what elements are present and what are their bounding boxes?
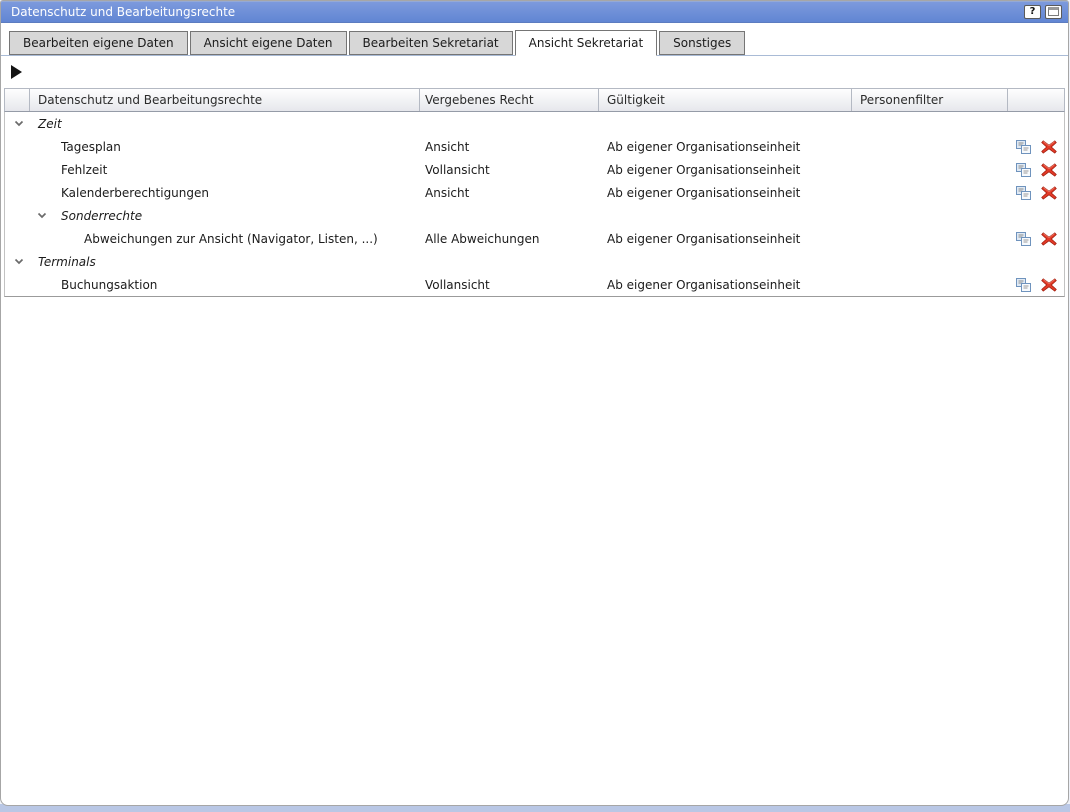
tree-cell: Sonderrechte (5, 209, 420, 223)
tab-sonstiges[interactable]: Sonstiges (659, 31, 745, 55)
tree-indent (5, 123, 14, 124)
gueltigkeit-cell: Ab eigener Organisationseinheit (599, 163, 852, 177)
gueltigkeit-cell: Ab eigener Organisationseinheit (599, 140, 852, 154)
vergebenes-recht-cell: Ansicht (420, 186, 599, 200)
tree-group-row[interactable]: Sonderrechte (5, 204, 1064, 227)
table-header-row: Datenschutz und BearbeitungsrechteVergeb… (4, 88, 1065, 112)
tree-node-label: Terminals (38, 255, 96, 269)
vergebenes-recht-cell: Vollansicht (420, 278, 599, 292)
actions-cell (1008, 277, 1064, 293)
tree-node-label: Fehlzeit (61, 163, 107, 177)
tree-indent (5, 261, 14, 262)
delete-icon[interactable] (1041, 140, 1057, 154)
chevron-down-icon[interactable] (37, 212, 61, 219)
toolbar (1, 56, 1068, 88)
tree-cell: Tagesplan (5, 140, 420, 154)
delete-icon[interactable] (1041, 186, 1057, 200)
tree-node-label: Sonderrechte (61, 209, 142, 223)
vergebenes-recht-cell: Vollansicht (420, 163, 599, 177)
app-window: Datenschutz und Bearbeitungsrechte ? Bea… (0, 0, 1069, 806)
column-header-g-ltigkeit: Gültigkeit (599, 89, 852, 111)
tab-ansicht-sekretariat[interactable]: Ansicht Sekretariat (515, 30, 658, 56)
column-header-vergebenes-recht: Vergebenes Recht (420, 89, 599, 111)
tree-indent (5, 238, 60, 239)
tab-strip: Bearbeiten eigene DatenAnsicht eigene Da… (1, 31, 1068, 56)
tree-indent (5, 146, 37, 147)
tab-ansicht-eigene-daten[interactable]: Ansicht eigene Daten (190, 31, 347, 55)
tree-node-label: Zeit (38, 117, 62, 131)
tree-cell: Buchungsaktion (5, 278, 420, 292)
column-header-empty-0 (5, 89, 30, 111)
rights-table: Datenschutz und BearbeitungsrechteVergeb… (4, 88, 1065, 297)
actions-cell (1008, 231, 1064, 247)
copy-icon[interactable] (1015, 139, 1032, 155)
copy-icon[interactable] (1015, 162, 1032, 178)
table-body: ZeitTagesplanAnsichtAb eigener Organisat… (4, 112, 1065, 297)
delete-icon[interactable] (1041, 163, 1057, 177)
chevron-down-icon[interactable] (14, 258, 38, 265)
tree-node-label: Kalenderberechtigungen (61, 186, 209, 200)
chevron-down-icon[interactable] (14, 120, 38, 127)
copy-icon[interactable] (1015, 185, 1032, 201)
delete-icon[interactable] (1041, 278, 1057, 292)
window-button[interactable] (1045, 5, 1062, 19)
tree-node-label: Abweichungen zur Ansicht (Navigator, Lis… (84, 232, 378, 246)
tree-item-row[interactable]: Fehlzeit VollansichtAb eigener Organisati… (5, 158, 1064, 181)
tree-cell: Terminals (5, 255, 420, 269)
tree-cell: Zeit (5, 117, 420, 131)
tree-cell: Fehlzeit (5, 163, 420, 177)
copy-icon[interactable] (1015, 277, 1032, 293)
actions-cell (1008, 185, 1064, 201)
tree-item-row[interactable]: Buchungsaktion VollansichtAb eigener Orga… (5, 273, 1064, 296)
tree-cell: Abweichungen zur Ansicht (Navigator, Lis… (5, 232, 420, 246)
tab-bearbeiten-sekretariat[interactable]: Bearbeiten Sekretariat (349, 31, 513, 55)
tree-node-label: Buchungsaktion (61, 278, 157, 292)
gueltigkeit-cell: Ab eigener Organisationseinheit (599, 232, 852, 246)
tree-group-row[interactable]: Zeit (5, 112, 1064, 135)
tree-group-row[interactable]: Terminals (5, 250, 1064, 273)
column-header-empty-5 (1008, 89, 1064, 111)
gueltigkeit-cell: Ab eigener Organisationseinheit (599, 278, 852, 292)
tree-indent (5, 169, 37, 170)
help-button[interactable]: ? (1024, 5, 1041, 19)
expander-triangle-icon[interactable] (11, 65, 22, 79)
titlebar: Datenschutz und Bearbeitungsrechte ? (1, 1, 1068, 23)
tab-bearbeiten-eigene-daten[interactable]: Bearbeiten eigene Daten (9, 31, 188, 55)
tree-cell: Kalenderberechtigungen (5, 186, 420, 200)
copy-icon[interactable] (1015, 231, 1032, 247)
column-header-datenschutz-und-bearbeitungsrechte: Datenschutz und Bearbeitungsrechte (30, 89, 420, 111)
delete-icon[interactable] (1041, 232, 1057, 246)
column-header-personenfilter: Personenfilter (852, 89, 1008, 111)
actions-cell (1008, 139, 1064, 155)
vergebenes-recht-cell: Alle Abweichungen (420, 232, 599, 246)
tree-indent (5, 284, 37, 285)
tree-item-row[interactable]: Tagesplan AnsichtAb eigener Organisations… (5, 135, 1064, 158)
vergebenes-recht-cell: Ansicht (420, 140, 599, 154)
tree-node-label: Tagesplan (61, 140, 121, 154)
tree-item-row[interactable]: Kalenderberechtigungen AnsichtAb eigener … (5, 181, 1064, 204)
window-title: Datenschutz und Bearbeitungsrechte (11, 5, 1020, 19)
gueltigkeit-cell: Ab eigener Organisationseinheit (599, 186, 852, 200)
tree-item-row[interactable]: Abweichungen zur Ansicht (Navigator, Lis… (5, 227, 1064, 250)
window-icon (1048, 7, 1059, 16)
tree-indent (5, 215, 37, 216)
actions-cell (1008, 162, 1064, 178)
tree-indent (5, 192, 37, 193)
